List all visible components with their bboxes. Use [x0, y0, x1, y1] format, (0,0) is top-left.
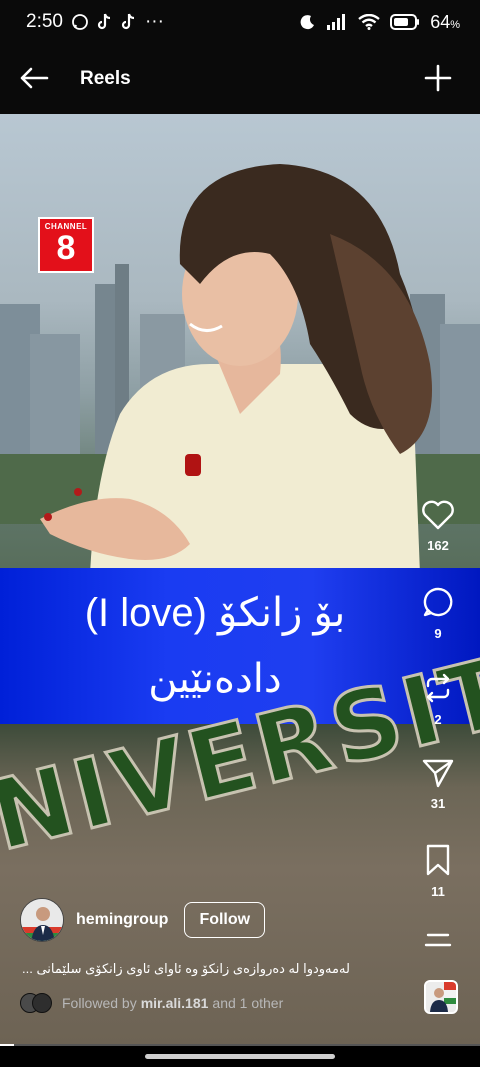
speaker-image [40, 164, 432, 574]
back-button[interactable] [14, 56, 54, 100]
caption-line-1: بۆ زانکۆ (I love) [84, 591, 346, 635]
comment-button[interactable]: 9 [422, 586, 454, 672]
more-notifications: ··· [144, 11, 164, 32]
video-progress-fill [0, 1044, 15, 1046]
avatar[interactable] [20, 898, 64, 942]
status-right: 64% [300, 12, 460, 33]
followed-by-name: mir.ali.181 [140, 995, 209, 1011]
followed-by-suffix: and 1 other [212, 995, 284, 1011]
status-left: 2:50 ··· [26, 11, 164, 33]
page-title: Reels [80, 68, 131, 89]
post-caption[interactable]: لەمەودوا لە دەروازەی زانکۆ وە ئاوای ئاوی… [22, 961, 422, 977]
plus-icon [424, 64, 452, 92]
post-author-row: hemingroup Follow [20, 898, 266, 942]
arrow-left-icon [20, 67, 49, 89]
repost-button[interactable]: 2 [422, 672, 454, 758]
action-rail: 162 9 2 31 11 [416, 500, 460, 970]
audio-cover-icon [426, 982, 456, 1012]
profile-photo-icon [21, 899, 63, 941]
whatsapp-icon [71, 13, 89, 31]
like-button[interactable]: 162 [421, 500, 455, 586]
app-bar: Reels [0, 44, 480, 114]
battery-icon [390, 14, 420, 30]
follower-avatars [20, 993, 52, 1013]
clock: 2:50 [26, 11, 63, 32]
follow-button[interactable]: Follow [184, 902, 266, 938]
audio-thumbnail[interactable] [424, 980, 458, 1014]
create-reel-button[interactable] [420, 56, 456, 100]
video-progress-bar[interactable] [0, 1044, 480, 1046]
channel-8-logo: CHANNEL 8 [38, 217, 94, 273]
comment-count: 9 [434, 626, 442, 641]
save-button[interactable]: 11 [425, 844, 451, 930]
battery-percent: 64% [430, 11, 460, 32]
menu-lines-icon [424, 933, 452, 947]
like-count: 162 [427, 538, 449, 553]
followed-by-prefix: Followed by [62, 995, 137, 1011]
wifi-icon [358, 14, 380, 30]
tiktok-icon [97, 13, 113, 31]
username[interactable]: hemingroup [76, 911, 168, 929]
moon-icon [300, 14, 316, 30]
share-button[interactable]: 31 [422, 758, 454, 844]
tiktok-icon [121, 13, 137, 31]
more-options-button[interactable] [424, 930, 452, 970]
heart-icon [422, 500, 454, 530]
status-bar: 2:50 ··· 64% [0, 0, 480, 44]
signal-icon [326, 14, 348, 30]
comment-icon [423, 587, 453, 617]
send-icon [422, 759, 454, 788]
share-count: 31 [430, 796, 446, 811]
followed-by-row[interactable]: Followed by mir.ali.181 and 1 other [20, 993, 283, 1013]
follower-avatar [32, 993, 52, 1013]
home-indicator[interactable] [145, 1054, 335, 1059]
bookmark-icon [426, 844, 450, 876]
repost-icon [426, 673, 450, 703]
save-count: 11 [431, 884, 445, 899]
repost-count: 2 [434, 712, 442, 727]
